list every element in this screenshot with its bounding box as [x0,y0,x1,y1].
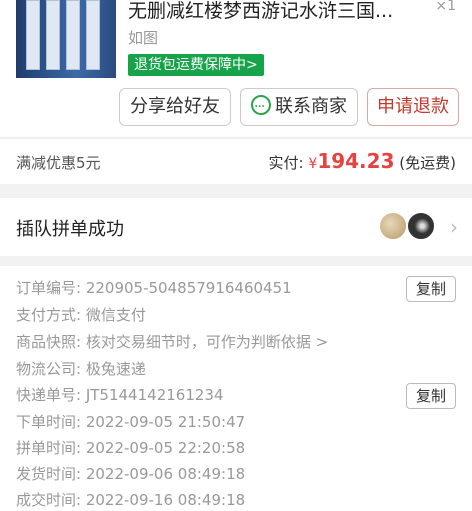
order-time-label: 下单时间: [16,413,82,431]
group-buy-status: 插队拼单成功 [16,219,124,240]
tracking-number-label: 快递单号: [16,386,82,404]
order-time: 2022-09-05 21:50:47 [85,413,246,431]
tracking-number-row: 快递单号: JT5144142161234 [16,384,224,405]
product-title[interactable]: 无删减红楼梦西游记水浒三国... [128,0,428,23]
product-snapshot-link[interactable]: 核对交易细节时，可作为判断依据 > [86,333,328,351]
paid-label: 实付: [268,154,304,172]
order-number-row: 订单编号: 220905-504857916460451 [16,277,292,298]
share-to-friend-button[interactable]: 分享给好友 [119,88,231,126]
product-spec: 如图 [128,29,159,47]
logistics-company-row: 物流公司: 极兔速递 [16,358,146,379]
payment-method: 微信支付 [85,306,146,324]
deal-time-row: 成交时间: 2022-09-16 08:49:18 [16,489,245,510]
ship-time-label: 发货时间: [16,465,82,483]
logistics-company: 极兔速递 [85,360,146,378]
contact-merchant-button[interactable]: 联系商家 [240,88,358,126]
paid-total: 实付: ¥194.23 (免运费) [269,149,456,173]
avatar [378,211,408,241]
order-number-label: 订单编号: [16,279,82,297]
order-number: 220905-504857916460451 [85,279,292,297]
copy-order-number-button[interactable]: 复制 [406,276,456,302]
group-time: 2022-09-05 22:20:58 [85,439,246,457]
book-spine [26,0,40,70]
contact-merchant-label: 联系商家 [275,96,347,117]
logistics-company-label: 物流公司: [16,360,82,378]
deal-time: 2022-09-16 08:49:18 [85,491,246,509]
chat-icon [251,89,271,125]
payment-summary: 满减优惠5元 实付: ¥194.23 (免运费) [0,138,472,184]
group-buy-status-row[interactable]: 插队拼单成功 › [0,198,472,256]
currency-symbol: ¥ [308,156,318,172]
book-spine [86,0,100,70]
product-snapshot-row[interactable]: 商品快照: 核对交易细节时，可作为判断依据 > [16,331,328,352]
avatar [406,211,436,241]
group-time-label: 拼单时间: [16,439,82,457]
group-time-row: 拼单时间: 2022-09-05 22:20:58 [16,437,245,458]
request-refund-button[interactable]: 申请退款 [367,88,459,126]
chevron-right-icon: › [450,215,458,239]
product-quantity: ×1 [435,0,456,14]
product-card[interactable]: 无删减红楼梦西游记水浒三国... ×1 如图 退货包运费保障中> 分享给好友 联… [0,0,472,137]
book-spine [46,0,60,70]
ship-time: 2022-09-06 08:49:18 [85,465,246,483]
product-snapshot-label: 商品快照: [16,333,82,351]
ship-time-row: 发货时间: 2022-09-06 08:49:18 [16,463,245,484]
tracking-number: JT5144142161234 [85,386,224,404]
order-details: 订单编号: 220905-504857916460451 复制 支付方式: 微信… [0,266,472,511]
book-spine [66,0,80,70]
payment-method-row: 支付方式: 微信支付 [16,304,146,325]
deal-time-label: 成交时间: [16,491,82,509]
payment-method-label: 支付方式: [16,306,82,324]
discount-text: 满减优惠5元 [16,154,101,172]
product-thumbnail[interactable] [16,0,116,78]
order-time-row: 下单时间: 2022-09-05 21:50:47 [16,411,245,432]
shipping-note: (免运费) [399,154,456,172]
copy-tracking-number-button[interactable]: 复制 [406,383,456,409]
paid-amount: 194.23 [317,149,395,173]
return-shipping-guarantee-badge[interactable]: 退货包运费保障中> [128,54,264,76]
